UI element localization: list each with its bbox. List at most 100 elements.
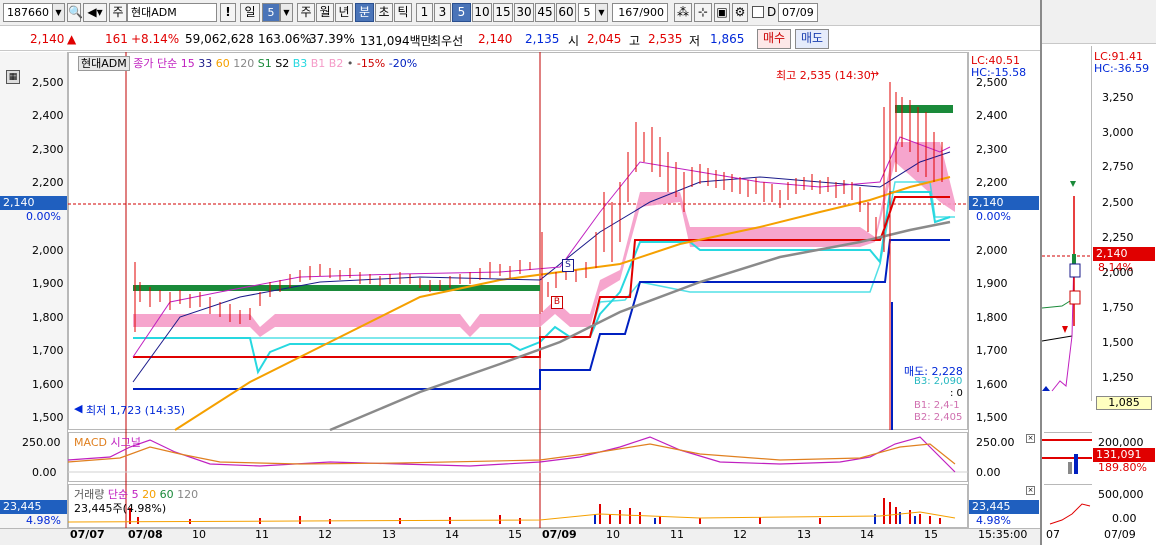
turnover-rate: 37.39% bbox=[309, 32, 355, 46]
legend-ma120: 120 bbox=[233, 57, 255, 70]
chart-tool-icon[interactable]: ⁂ bbox=[674, 3, 692, 22]
sell-signal-icon[interactable]: S bbox=[562, 259, 574, 272]
price-tick: 2,400 bbox=[976, 109, 1008, 122]
interval-10-button[interactable]: 10 bbox=[472, 3, 492, 22]
interval-30-button[interactable]: 30 bbox=[514, 3, 534, 22]
stock-code-input[interactable]: 187660 bbox=[3, 3, 53, 22]
period-year-button[interactable]: 년 bbox=[335, 3, 353, 22]
arrow-left-icon: ◀ bbox=[74, 402, 83, 415]
period-number[interactable]: 5 bbox=[262, 3, 280, 22]
mini-volume-tick: 500,000 bbox=[1098, 488, 1144, 501]
current-price-tag-right: 2,140 bbox=[969, 196, 1039, 210]
period-day-button[interactable]: 일 bbox=[240, 3, 260, 22]
volume-pct-left: 4.98% bbox=[26, 514, 61, 527]
volume-value: 59,062,628 bbox=[185, 32, 254, 46]
sell-button[interactable]: 매도 bbox=[795, 29, 829, 49]
price-tick-left: 1,700 bbox=[32, 344, 64, 357]
candles bbox=[134, 82, 943, 430]
mini-macd-pct: 189.80% bbox=[1098, 461, 1147, 474]
buy-button[interactable]: 매수 bbox=[757, 29, 791, 49]
date-label: 12 bbox=[733, 528, 747, 541]
legend-m20: -20% bbox=[388, 57, 418, 70]
mini-price-tick: 3,000 bbox=[1102, 126, 1134, 139]
high-price: 2,535 bbox=[648, 32, 683, 46]
period-dropdown-icon[interactable]: ▼ bbox=[280, 3, 293, 22]
draw-tool-icon[interactable]: ⊹ bbox=[694, 3, 712, 22]
mini-hc-label: HC:-36.59 bbox=[1094, 62, 1150, 75]
open-price: 2,045 bbox=[587, 32, 622, 46]
price-tick-left: 1,800 bbox=[32, 311, 64, 324]
mini-chart-panel: LC:91.41 HC:-36.59 3,250 3,000 2,750 2,5… bbox=[1040, 0, 1156, 545]
date-label: 15 bbox=[924, 528, 938, 541]
mini-low-tag: 1,085 bbox=[1096, 396, 1152, 410]
price-tick-left: 2,500 bbox=[32, 76, 64, 89]
macd-tick-right: 0.00 bbox=[976, 466, 1001, 479]
interval-dropdown-icon[interactable]: ▼ bbox=[595, 3, 608, 22]
buy-signal-icon[interactable]: B bbox=[551, 296, 563, 309]
save-icon[interactable]: ▣ bbox=[714, 3, 730, 22]
period-second-button[interactable]: 초 bbox=[375, 3, 393, 22]
arrow-right-icon: → bbox=[870, 67, 880, 80]
date-label: 10 bbox=[606, 528, 620, 541]
date-label: 07/08 bbox=[128, 528, 163, 541]
interval-1-button[interactable]: 1 bbox=[416, 3, 433, 22]
interval-value-field[interactable]: 5 bbox=[578, 3, 596, 22]
volume-tag-right: 23,445 bbox=[969, 500, 1039, 514]
volume-current: 23,445주(4.98%) bbox=[74, 502, 167, 515]
close-icon[interactable]: × bbox=[1026, 434, 1035, 443]
legend-ma-type: 단순 bbox=[156, 57, 178, 70]
low-annotation: 최저 1,723 (14:35) bbox=[86, 404, 186, 417]
ask-price: 2,140 bbox=[478, 32, 513, 46]
mini-price-tick: 2,000 bbox=[1102, 266, 1134, 279]
period-tick-button[interactable]: 틱 bbox=[394, 3, 412, 22]
date-checkbox[interactable] bbox=[752, 6, 764, 18]
macd-tick-right: 250.00 bbox=[976, 436, 1015, 449]
interval-15-button[interactable]: 15 bbox=[493, 3, 513, 22]
macd-signal-label: 시그널 bbox=[110, 436, 141, 449]
macd-tick-left: 0.00 bbox=[32, 466, 57, 479]
search-icon[interactable]: 🔍 bbox=[67, 3, 83, 22]
legend-close: 종가 bbox=[133, 57, 154, 70]
macd-legend: MACD 시그널 bbox=[74, 434, 141, 450]
mini-volume-svg bbox=[1049, 503, 1091, 525]
alert-button[interactable]: ! bbox=[220, 3, 236, 22]
date-label: 12 bbox=[318, 528, 332, 541]
mini-price-tick: 2,250 bbox=[1102, 231, 1134, 244]
mini-date-label: 07 bbox=[1046, 528, 1060, 541]
open-label: 시 bbox=[568, 34, 580, 48]
legend-b1: B1 bbox=[310, 57, 326, 70]
price-tick: 1,500 bbox=[976, 411, 1008, 424]
volume-ratio: 163.06% bbox=[258, 32, 312, 46]
count-field[interactable]: 167/900 bbox=[612, 3, 668, 22]
interval-3-button[interactable]: 3 bbox=[434, 3, 451, 22]
mini-date-label: 07/09 bbox=[1104, 528, 1136, 541]
mini-panel-header bbox=[1042, 0, 1156, 44]
period-month-button[interactable]: 월 bbox=[316, 3, 334, 22]
date-label: 10 bbox=[192, 528, 206, 541]
date-label: 13 bbox=[382, 528, 396, 541]
chevron-down-icon[interactable]: ▼ bbox=[52, 3, 65, 22]
interval-60-button[interactable]: 60 bbox=[556, 3, 576, 22]
mini-price-tick: 1,250 bbox=[1102, 371, 1134, 384]
period-week-button[interactable]: 주 bbox=[297, 3, 315, 22]
price-tick: 2,200 bbox=[976, 176, 1008, 189]
current-pct-left: 0.00% bbox=[26, 210, 61, 223]
stock-name-field[interactable]: 현대ADM bbox=[127, 3, 217, 22]
green-resistance-line-2 bbox=[895, 105, 953, 113]
period-minute-button[interactable]: 분 bbox=[355, 3, 374, 22]
green-resistance-line bbox=[133, 285, 540, 291]
macd-title: MACD bbox=[74, 436, 107, 449]
main-legend: 현대ADM 종가 단순 15 33 60 120 S1 S2 B3 B1 B2 … bbox=[78, 55, 417, 71]
date-label: 15:35:00 bbox=[978, 528, 1028, 541]
date-field[interactable]: 07/09 bbox=[778, 3, 818, 22]
gear-icon[interactable]: ⚙ bbox=[732, 3, 748, 22]
interval-5-button[interactable]: 5 bbox=[452, 3, 471, 22]
close-icon[interactable]: × bbox=[1026, 486, 1035, 495]
b1-signal-value: B1: 2,4-1 bbox=[914, 400, 960, 411]
interval-45-button[interactable]: 45 bbox=[535, 3, 555, 22]
speaker-icon[interactable]: ◀▾ bbox=[83, 3, 107, 22]
price-tick-left: 2,200 bbox=[32, 176, 64, 189]
toolbar: 187660 ▼ 🔍 ◀▾ 주 현대ADM ! 일 5 ▼ 주 월 년 분 초 … bbox=[0, 0, 1040, 26]
mini-price-tick: 2,750 bbox=[1102, 160, 1134, 173]
price-change: 161 bbox=[105, 32, 128, 46]
